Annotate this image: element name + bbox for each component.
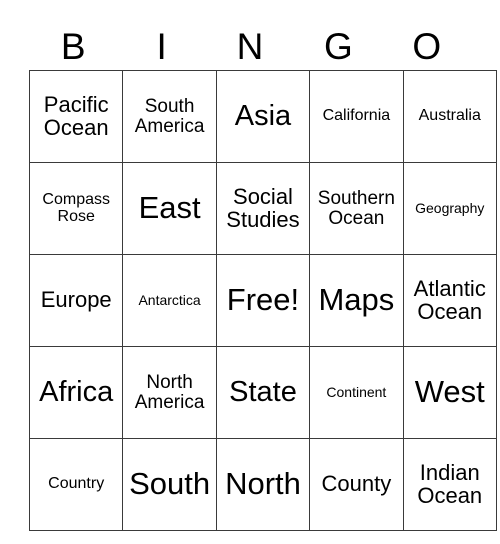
bingo-grid-body: Pacific Ocean South America Asia California…	[28, 70, 497, 531]
bingo-cell[interactable]: Atlantic Ocean	[402, 254, 497, 347]
bingo-cell[interactable]: Pacific Ocean	[28, 70, 124, 163]
bingo-cell[interactable]: Europe	[28, 254, 124, 347]
bingo-cell-label: Antarctica	[138, 292, 201, 309]
bingo-row: Compass Rose East Social Studies Southern O…	[28, 162, 497, 255]
bingo-cell-label: South	[129, 466, 211, 502]
bingo-cell[interactable]: County	[309, 438, 404, 531]
bingo-cell[interactable]: California	[309, 70, 404, 163]
bingo-header-letter-2: I	[156, 25, 167, 67]
bingo-card: B I N G O Pacific Ocean South America Asia Cali…	[28, 22, 497, 531]
bingo-cell-label: Asia	[234, 100, 292, 133]
bingo-cell-label: Continent	[326, 384, 387, 401]
bingo-cell-label: California	[322, 107, 391, 125]
bingo-cell[interactable]: South	[122, 438, 217, 531]
bingo-cell[interactable]: Southern Ocean	[309, 162, 404, 255]
bingo-cell-label: West	[414, 374, 485, 410]
bingo-cell-label: South America	[134, 95, 205, 137]
bingo-cell[interactable]: Compass Rose	[28, 162, 124, 255]
bingo-cell-label: Atlantic Ocean	[413, 275, 486, 324]
bingo-cell[interactable]: South America	[122, 70, 217, 163]
bingo-cell[interactable]: East	[122, 162, 217, 255]
bingo-cell-label: Southern Ocean	[317, 187, 395, 229]
bingo-cell-label: East	[138, 190, 201, 226]
bingo-cell[interactable]: Continent	[309, 346, 404, 439]
bingo-cell-label: North	[225, 466, 301, 502]
bingo-cell-label: Australia	[418, 107, 481, 125]
bingo-cell-label: Africa	[39, 376, 114, 409]
bingo-row: Europe Antarctica Free! Maps Atlantic Ocean	[28, 254, 497, 347]
bingo-cell[interactable]: Maps	[309, 254, 404, 347]
bingo-cell-label: County	[321, 471, 392, 497]
bingo-cell[interactable]: West	[402, 346, 497, 439]
bingo-cell[interactable]: North America	[122, 346, 217, 439]
bingo-header-letter-5: O	[412, 25, 442, 67]
bingo-cell[interactable]: North	[215, 438, 311, 531]
bingo-cell-label: Country	[48, 475, 105, 493]
bingo-row: Pacific Ocean South America Asia California…	[28, 70, 497, 163]
bingo-header-letter-4: G	[323, 25, 353, 67]
bingo-cell[interactable]: Social Studies	[215, 162, 311, 255]
bingo-header-letter-3: N	[236, 25, 264, 67]
bingo-cell-label: Pacific Ocean	[43, 91, 109, 140]
bingo-cell-label: Social Studies	[226, 183, 300, 232]
bingo-cell-label: State	[229, 376, 297, 409]
bingo-cell-label: Compass Rose	[42, 190, 110, 225]
bingo-header-row: BINGO	[29, 22, 471, 70]
bingo-cell[interactable]: State	[215, 346, 311, 439]
bingo-cell[interactable]: Country	[28, 438, 124, 531]
bingo-cell-label: Free!	[226, 282, 300, 318]
bingo-cell-label: Maps	[318, 282, 395, 318]
bingo-cell-label: Europe	[40, 287, 112, 313]
bingo-cell-label: Indian Ocean	[417, 459, 483, 508]
bingo-free-space-cell[interactable]: Free!	[215, 254, 311, 347]
bingo-row: Country South North County Indian Ocean	[28, 438, 497, 531]
bingo-cell-label: North America	[134, 371, 205, 413]
bingo-cell[interactable]: Africa	[28, 346, 124, 439]
bingo-header-letter-1: B	[60, 25, 86, 67]
bingo-cell[interactable]: Geography	[402, 162, 497, 255]
bingo-cell[interactable]: Antarctica	[122, 254, 217, 347]
bingo-grid: Pacific Ocean South America Asia California…	[28, 70, 497, 531]
bingo-cell[interactable]: Australia	[402, 70, 497, 163]
bingo-row: Africa North America State Continent West	[28, 346, 497, 439]
bingo-cell[interactable]: Asia	[215, 70, 311, 163]
bingo-cell[interactable]: Indian Ocean	[402, 438, 497, 531]
bingo-cell-label: Geography	[415, 200, 485, 217]
